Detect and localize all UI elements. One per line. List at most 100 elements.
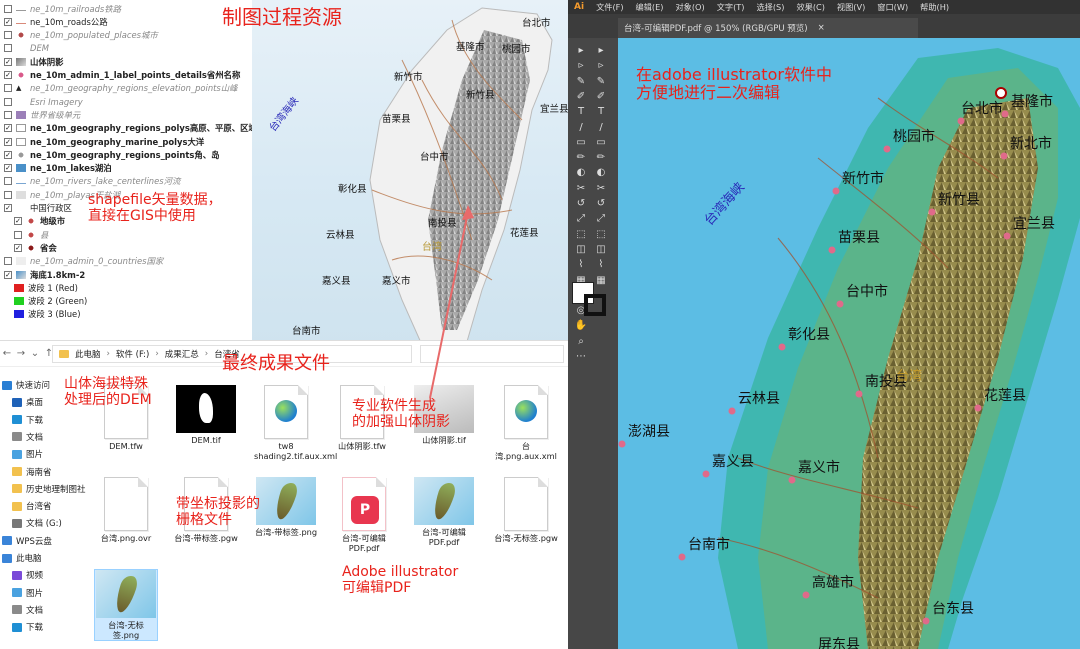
file-item[interactable]: DEM.tif — [174, 385, 238, 445]
layer-checkbox[interactable] — [4, 110, 12, 119]
layer-checkbox[interactable]: ✓ — [14, 243, 22, 252]
sidebar-item[interactable]: 文档 — [12, 602, 43, 618]
tool-icon[interactable]: ⌇ — [594, 258, 608, 272]
layer-row[interactable]: ✓ ne_10m_lakes湖泊 — [4, 162, 112, 175]
file-item[interactable]: tw8 shading2.tif.aux.xml — [254, 385, 337, 461]
tool-icon[interactable]: ⌕ — [574, 335, 588, 349]
tool-icon[interactable]: ⤢ — [594, 212, 608, 226]
menu-item[interactable]: 文件(F) — [596, 1, 623, 13]
layer-checkbox[interactable]: ✓ — [4, 150, 12, 159]
tool-icon[interactable]: ▹ — [594, 59, 608, 73]
menu-item[interactable]: 选择(S) — [756, 1, 784, 13]
layer-row[interactable]: ✓ 中国行政区 — [4, 202, 72, 215]
tool-icon[interactable]: ⤢ — [574, 212, 588, 226]
layer-checkbox[interactable] — [4, 4, 12, 13]
layer-checkbox[interactable] — [4, 190, 12, 199]
tool-icon[interactable]: ▭ — [574, 136, 588, 150]
tool-icon[interactable]: ✐ — [574, 90, 588, 104]
tool-icon[interactable]: T — [574, 105, 588, 119]
layer-checkbox[interactable]: ✓ — [14, 217, 22, 226]
layer-row[interactable]: ✓ 山体阴影 — [4, 55, 64, 68]
layer-row[interactable]: 波段 2 (Green) — [14, 295, 87, 308]
menu-item[interactable]: 编辑(E) — [636, 1, 664, 13]
menu-item[interactable]: 窗口(W) — [877, 1, 908, 13]
sidebar-item[interactable]: 文档 — [12, 429, 43, 445]
layer-row[interactable]: ne_10m_admin_0_countries国家 — [4, 255, 163, 268]
layer-row[interactable]: ✓ ne_10m_geography_regions_points角、岛 — [4, 148, 219, 161]
menu-item[interactable]: 对象(O) — [675, 1, 704, 13]
layer-row[interactable]: ne_10m_populated_places城市 — [4, 29, 158, 42]
sidebar-item[interactable]: 下载 — [12, 412, 43, 428]
sidebar-item[interactable]: WPS云盘 — [2, 533, 52, 549]
tool-icon[interactable]: ▸ — [594, 44, 608, 58]
menu-item[interactable]: 效果(C) — [796, 1, 824, 13]
file-item[interactable]: 台湾-无标签.png — [94, 569, 158, 641]
file-item[interactable]: 台湾-带标签.png — [254, 477, 318, 537]
layer-checkbox[interactable]: ✓ — [4, 164, 12, 173]
file-item[interactable]: 台湾.png.aux.xml — [494, 385, 558, 461]
sidebar-item[interactable]: 台湾省 — [12, 498, 52, 514]
tool-icon[interactable]: ✂ — [594, 182, 608, 196]
sidebar-item[interactable]: 快速访问 — [2, 377, 50, 393]
layer-checkbox[interactable]: ✓ — [4, 57, 12, 66]
tool-icon[interactable]: ⋯ — [574, 350, 588, 364]
tool-icon[interactable]: ⌇ — [574, 258, 588, 272]
sidebar-item[interactable]: 海南省 — [12, 464, 52, 480]
layer-checkbox[interactable] — [4, 97, 12, 106]
tool-icon[interactable]: / — [574, 121, 588, 135]
layer-row[interactable]: 波段 1 (Red) — [14, 281, 78, 294]
layer-row[interactable]: ✓ ne_10m_admin_1_label_points_details省州名称 — [4, 69, 240, 82]
gis-map-view[interactable]: 台北市 基隆市 桃园市 新竹市 新竹县 苗栗县 台中市 宜兰县 彰化县 南投县 云林县 嘉义县 嘉义市 花… — [252, 0, 568, 345]
file-item[interactable]: P 台湾-可编辑PDF.pdf — [332, 477, 396, 553]
tool-icon[interactable]: ✎ — [574, 75, 588, 89]
sidebar-item[interactable]: 视频 — [12, 567, 43, 583]
sidebar-item[interactable]: 此电脑 — [2, 550, 42, 566]
layer-row[interactable]: Esri Imagery — [4, 95, 83, 108]
tool-icon[interactable]: ◫ — [594, 243, 608, 257]
tool-icon[interactable]: ✐ — [594, 90, 608, 104]
layer-checkbox[interactable] — [4, 44, 12, 53]
layer-row[interactable]: ✓ 省会 — [14, 241, 57, 254]
layer-row[interactable]: ✓ 地级市 — [14, 215, 65, 228]
layer-row[interactable]: 波段 3 (Blue) — [14, 308, 80, 321]
close-icon[interactable]: × — [818, 23, 825, 33]
tool-icon[interactable]: ✏ — [594, 151, 608, 165]
tool-icon[interactable]: ▭ — [594, 136, 608, 150]
illustrator-canvas[interactable]: 台北市 基隆市 新北市 桃园市 新竹市 新竹县 宜兰县 苗栗县 台中市 彰化县 南投县 花莲县 云林县澎… — [618, 38, 1080, 649]
sidebar-item[interactable]: 下载 — [12, 619, 43, 635]
tool-icon[interactable]: ◫ — [574, 243, 588, 257]
layer-checkbox[interactable] — [14, 230, 22, 239]
tool-icon[interactable]: ▸ — [574, 44, 588, 58]
tool-icon[interactable]: ✎ — [594, 75, 608, 89]
layer-row[interactable]: 县 — [14, 228, 48, 241]
menu-item[interactable]: 视图(V) — [837, 1, 865, 13]
tool-icon[interactable]: ↺ — [594, 197, 608, 211]
menu-item[interactable]: 文字(T) — [717, 1, 745, 13]
sidebar-item[interactable]: 图片 — [12, 585, 43, 601]
layer-row[interactable]: ✓ ne_10m_geography_marine_polys大洋 — [4, 135, 204, 148]
sidebar-item[interactable]: 桌面 — [12, 394, 43, 410]
layer-checkbox[interactable]: ✓ — [4, 124, 12, 133]
tool-icon[interactable]: ✂ — [574, 182, 588, 196]
layer-row[interactable]: ▲ ne_10m_geography_regions_elevation_poin… — [4, 82, 238, 95]
tool-icon[interactable]: ✋ — [574, 319, 588, 333]
layer-checkbox[interactable]: ✓ — [4, 204, 12, 212]
document-tab[interactable]: 台湾-可编辑PDF.pdf @ 150% (RGB/GPU 预览) × — [618, 18, 918, 38]
back-arrow-icon[interactable]: ← — [0, 348, 14, 359]
tool-icon[interactable]: ▹ — [574, 59, 588, 73]
tool-icon[interactable]: / — [594, 121, 608, 135]
layer-checkbox[interactable]: ✓ — [4, 137, 12, 146]
breadcrumb-item[interactable]: 此电脑 — [75, 348, 101, 360]
layer-row[interactable]: ✓ ne_10m_geography_regions_polys高原、平原、区域 — [4, 122, 252, 135]
layer-row[interactable]: 世界省级单元 — [4, 108, 80, 121]
file-item[interactable]: 台湾.png.ovr — [94, 477, 158, 543]
layer-row[interactable]: ✓ 海底1.8km-2 — [4, 268, 85, 281]
layer-row[interactable]: ✓ ne_10m_roads公路 — [4, 15, 108, 28]
fill-stroke-swatch[interactable] — [572, 282, 606, 316]
breadcrumb-item[interactable]: 软件 (F:) — [116, 348, 149, 360]
layer-row[interactable]: ne_10m_railroads铁路 — [4, 2, 121, 15]
layer-row[interactable]: DEM — [4, 42, 49, 55]
layer-checkbox[interactable] — [4, 31, 12, 40]
sidebar-item[interactable]: 历史地理制图社 — [12, 481, 86, 497]
layer-checkbox[interactable] — [4, 84, 12, 93]
